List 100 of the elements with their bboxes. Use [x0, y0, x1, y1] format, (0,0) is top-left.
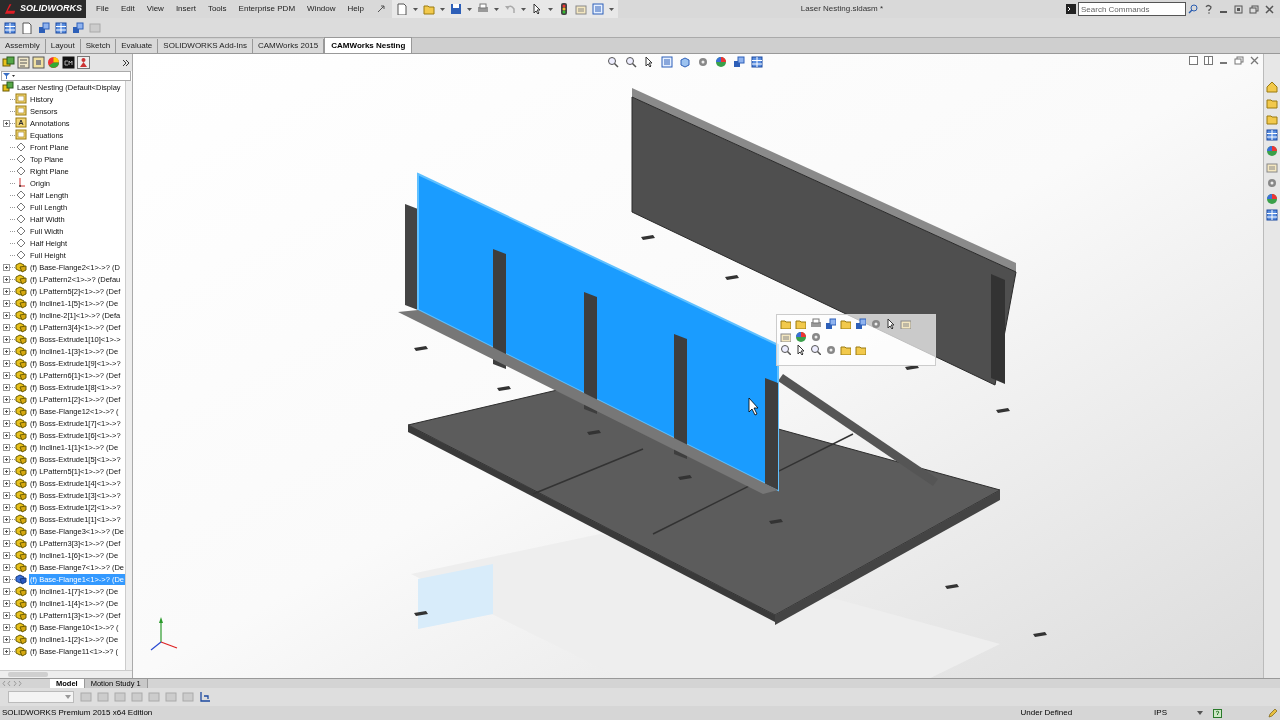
assembly-icon[interactable] [2, 56, 15, 69]
expand-icon[interactable] [3, 647, 10, 655]
pin-icon[interactable] [375, 4, 386, 14]
expand-icon[interactable] [3, 599, 10, 607]
grid-icon[interactable] [55, 21, 67, 34]
expand-icon[interactable] [3, 611, 10, 619]
document-icon[interactable] [21, 21, 33, 34]
expand-icon[interactable] [3, 299, 10, 307]
caret-icon[interactable] [439, 7, 445, 11]
caret-icon[interactable] [466, 7, 472, 11]
pointer-icon[interactable] [885, 318, 896, 329]
search-field[interactable]: Search Commands [1078, 2, 1186, 16]
command-tab[interactable]: Layout [45, 39, 81, 53]
expand-icon[interactable] [3, 311, 10, 319]
zoom-icon[interactable] [607, 56, 619, 68]
gear-icon[interactable] [870, 318, 881, 329]
close-icon[interactable] [1250, 56, 1259, 65]
grid-icon[interactable] [751, 56, 763, 68]
gear-icon[interactable] [810, 331, 821, 342]
document-icon[interactable] [395, 3, 408, 15]
caret-icon[interactable] [412, 7, 418, 11]
caret-icon[interactable] [493, 7, 499, 11]
restore-icon[interactable] [1234, 4, 1243, 14]
expand-icon[interactable] [3, 371, 10, 379]
color-wheel-icon[interactable] [47, 56, 60, 69]
chart-axes-icon[interactable] [199, 691, 211, 703]
property-icon[interactable] [17, 56, 30, 69]
cam-icon[interactable] [62, 56, 75, 69]
pointer-icon[interactable] [530, 3, 543, 15]
search-icon[interactable] [1188, 4, 1198, 14]
expand-icon[interactable] [3, 563, 10, 571]
command-tab[interactable]: Evaluate [116, 39, 159, 53]
folder-icon[interactable] [780, 318, 791, 329]
menu-item[interactable]: File [96, 3, 109, 15]
zoom-icon[interactable] [810, 344, 821, 355]
folder-icon[interactable] [840, 318, 851, 329]
expand-icon[interactable] [3, 623, 10, 631]
command-tab[interactable]: CAMWorks 2015 [252, 39, 325, 53]
expand-icon[interactable] [3, 443, 10, 451]
expand-icon[interactable] [3, 467, 10, 475]
blocks-icon[interactable] [38, 21, 50, 34]
menu-item[interactable]: Enterprise PDM [238, 3, 296, 15]
expand-icon[interactable] [3, 575, 10, 583]
pointer-icon[interactable] [795, 344, 806, 355]
list-icon[interactable] [591, 3, 604, 15]
expand-icon[interactable] [3, 539, 10, 547]
color-ball-icon[interactable] [1266, 145, 1278, 157]
color-ball-icon[interactable] [1266, 193, 1278, 205]
expand-icon[interactable] [3, 419, 10, 427]
expand-icon[interactable] [3, 527, 10, 535]
folder-icon[interactable] [422, 3, 435, 15]
figure-icon[interactable] [77, 56, 90, 69]
menu-item[interactable]: Insert [175, 3, 196, 15]
pointer-icon[interactable] [643, 56, 655, 68]
command-tab[interactable]: Assembly [0, 39, 46, 53]
grid-icon[interactable] [1266, 209, 1278, 221]
expand-icon[interactable] [3, 287, 10, 295]
expand-icon[interactable] [3, 263, 10, 271]
caret-icon[interactable] [65, 695, 71, 699]
cube-icon[interactable] [679, 56, 691, 68]
home-icon[interactable] [1266, 81, 1278, 93]
filter-icon[interactable] [2, 72, 16, 80]
expand-icon[interactable] [3, 635, 10, 643]
expand-icon[interactable] [3, 347, 10, 355]
caret-icon[interactable] [520, 7, 526, 11]
expand-icon[interactable] [3, 491, 10, 499]
split-view-icon[interactable] [1204, 56, 1213, 65]
menu-item[interactable]: Help [347, 3, 364, 15]
maximize-icon[interactable] [1249, 4, 1259, 14]
zoom-icon[interactable] [625, 56, 637, 68]
expand-icon[interactable] [3, 323, 10, 331]
list-icon[interactable] [661, 56, 673, 68]
restore-icon[interactable] [1234, 56, 1244, 65]
expand-icon[interactable] [3, 383, 10, 391]
caret-icon[interactable] [547, 7, 553, 11]
command-tab[interactable]: CAMWorks Nesting [324, 37, 413, 53]
pencil-icon[interactable] [1268, 708, 1278, 718]
folder-icon[interactable] [795, 318, 806, 329]
printer-icon[interactable] [810, 318, 821, 329]
vertical-scrollbar[interactable] [125, 81, 132, 670]
grid-icon[interactable] [4, 21, 16, 34]
expand-icon[interactable] [3, 455, 10, 463]
zoom-icon[interactable] [780, 344, 791, 355]
menu-item[interactable]: Tools [207, 3, 227, 15]
more-chevron-icon[interactable] [122, 58, 130, 67]
split-view-icon[interactable] [1189, 56, 1198, 65]
expand-icon[interactable] [3, 551, 10, 559]
sheet-metal-assembly-drawing[interactable] [398, 88, 1047, 678]
expand-icon[interactable] [3, 335, 10, 343]
expand-icon[interactable] [3, 119, 10, 127]
gear-icon[interactable] [1266, 177, 1278, 189]
menu-item[interactable]: View [146, 3, 164, 15]
configuration-icon[interactable] [32, 56, 45, 69]
expand-icon[interactable] [3, 515, 10, 523]
printer-icon[interactable] [476, 3, 489, 15]
folder-icon[interactable] [840, 344, 851, 355]
gear-icon[interactable] [825, 344, 836, 355]
expand-icon[interactable] [3, 407, 10, 415]
color-ball-icon[interactable] [795, 331, 806, 342]
expand-icon[interactable] [3, 395, 10, 403]
